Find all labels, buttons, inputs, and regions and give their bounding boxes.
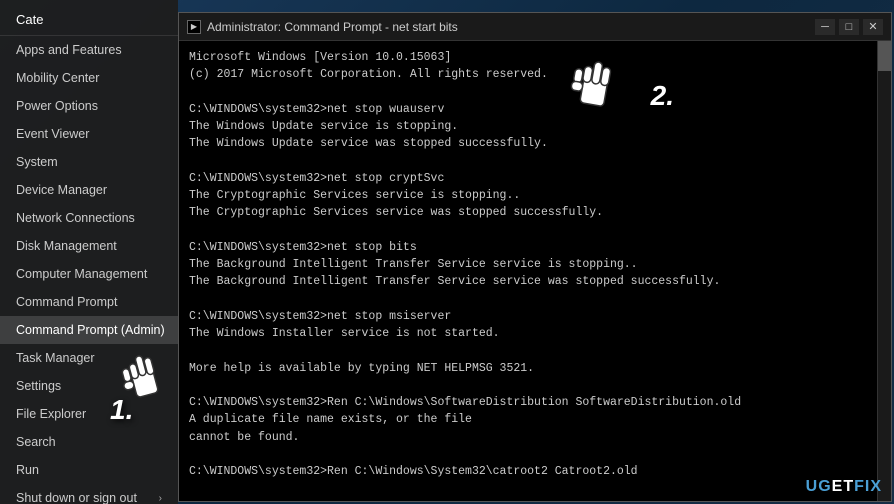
cmd-scrollbar-thumb[interactable] [878, 41, 891, 71]
step-2-label: 2. [651, 80, 674, 112]
cmd-window: ▶ Administrator: Command Prompt - net st… [178, 12, 892, 502]
menu-item-label-command-prompt-admin: Command Prompt (Admin) [16, 323, 165, 337]
cmd-scrollbar[interactable] [877, 41, 891, 501]
menu-item-run[interactable]: Run [0, 456, 178, 484]
menu-item-settings[interactable]: Settings [0, 372, 178, 400]
menu-item-label-run: Run [16, 463, 39, 477]
step-1-label: 1. [110, 394, 133, 426]
menu-item-shut-down[interactable]: Shut down or sign out › [0, 484, 178, 504]
cmd-controls[interactable]: ─ □ ✕ [815, 19, 883, 35]
menu-item-label-disk-management: Disk Management [16, 239, 117, 253]
menu-item-event-viewer[interactable]: Event Viewer [0, 120, 178, 148]
menu-item-apps-features[interactable]: Apps and Features [0, 36, 178, 64]
cmd-text-output: Microsoft Windows [Version 10.0.15063] (… [179, 41, 891, 501]
menu-item-label-computer-management: Computer Management [16, 267, 147, 281]
menu-item-label-task-manager: Task Manager [16, 351, 95, 365]
menu-item-power-options[interactable]: Power Options [0, 92, 178, 120]
cmd-minimize-button[interactable]: ─ [815, 19, 835, 35]
menu-item-label-shut-down: Shut down or sign out [16, 491, 137, 504]
menu-item-label-search: Search [16, 435, 56, 449]
menu-item-network-connections[interactable]: Network Connections [0, 204, 178, 232]
cmd-window-icon: ▶ [187, 20, 201, 34]
menu-item-label-device-manager: Device Manager [16, 183, 107, 197]
cmd-content: Microsoft Windows [Version 10.0.15063] (… [179, 41, 891, 501]
menu-item-label-command-prompt: Command Prompt [16, 295, 117, 309]
menu-item-file-explorer[interactable]: File Explorer [0, 400, 178, 428]
menu-item-computer-management[interactable]: Computer Management [0, 260, 178, 288]
menu-item-command-prompt[interactable]: Command Prompt [0, 288, 178, 316]
logo-ug: UG [806, 478, 832, 495]
menu-item-label-apps-features: Apps and Features [16, 43, 122, 57]
menu-item-label-power-options: Power Options [16, 99, 98, 113]
menu-item-task-manager[interactable]: Task Manager [0, 344, 178, 372]
menu-item-label-event-viewer: Event Viewer [16, 127, 89, 141]
menu-item-label-settings: Settings [16, 379, 61, 393]
cmd-title: Administrator: Command Prompt - net star… [207, 20, 815, 34]
start-menu: Cate Apps and Features Mobility Center Pow… [0, 0, 178, 504]
logo-fix: FIX [854, 478, 882, 495]
cmd-close-button[interactable]: ✕ [863, 19, 883, 35]
menu-item-system[interactable]: System [0, 148, 178, 176]
menu-item-device-manager[interactable]: Device Manager [0, 176, 178, 204]
start-menu-header: Cate [0, 0, 178, 36]
menu-item-label-mobility-center: Mobility Center [16, 71, 99, 85]
menu-item-mobility-center[interactable]: Mobility Center [0, 64, 178, 92]
logo-et: ET [832, 478, 854, 495]
start-menu-items: Apps and Features Mobility Center Power Op… [0, 36, 178, 504]
ugetfix-logo: UGETFIX [806, 478, 882, 496]
menu-item-label-file-explorer: File Explorer [16, 407, 86, 421]
cmd-titlebar: ▶ Administrator: Command Prompt - net st… [179, 13, 891, 41]
menu-item-label-system: System [16, 155, 58, 169]
menu-item-disk-management[interactable]: Disk Management [0, 232, 178, 260]
menu-item-search[interactable]: Search [0, 428, 178, 456]
menu-item-label-network-connections: Network Connections [16, 211, 135, 225]
menu-item-arrow-shut-down: › [159, 493, 162, 504]
menu-item-command-prompt-admin[interactable]: Command Prompt (Admin) [0, 316, 178, 344]
cmd-maximize-button[interactable]: □ [839, 19, 859, 35]
